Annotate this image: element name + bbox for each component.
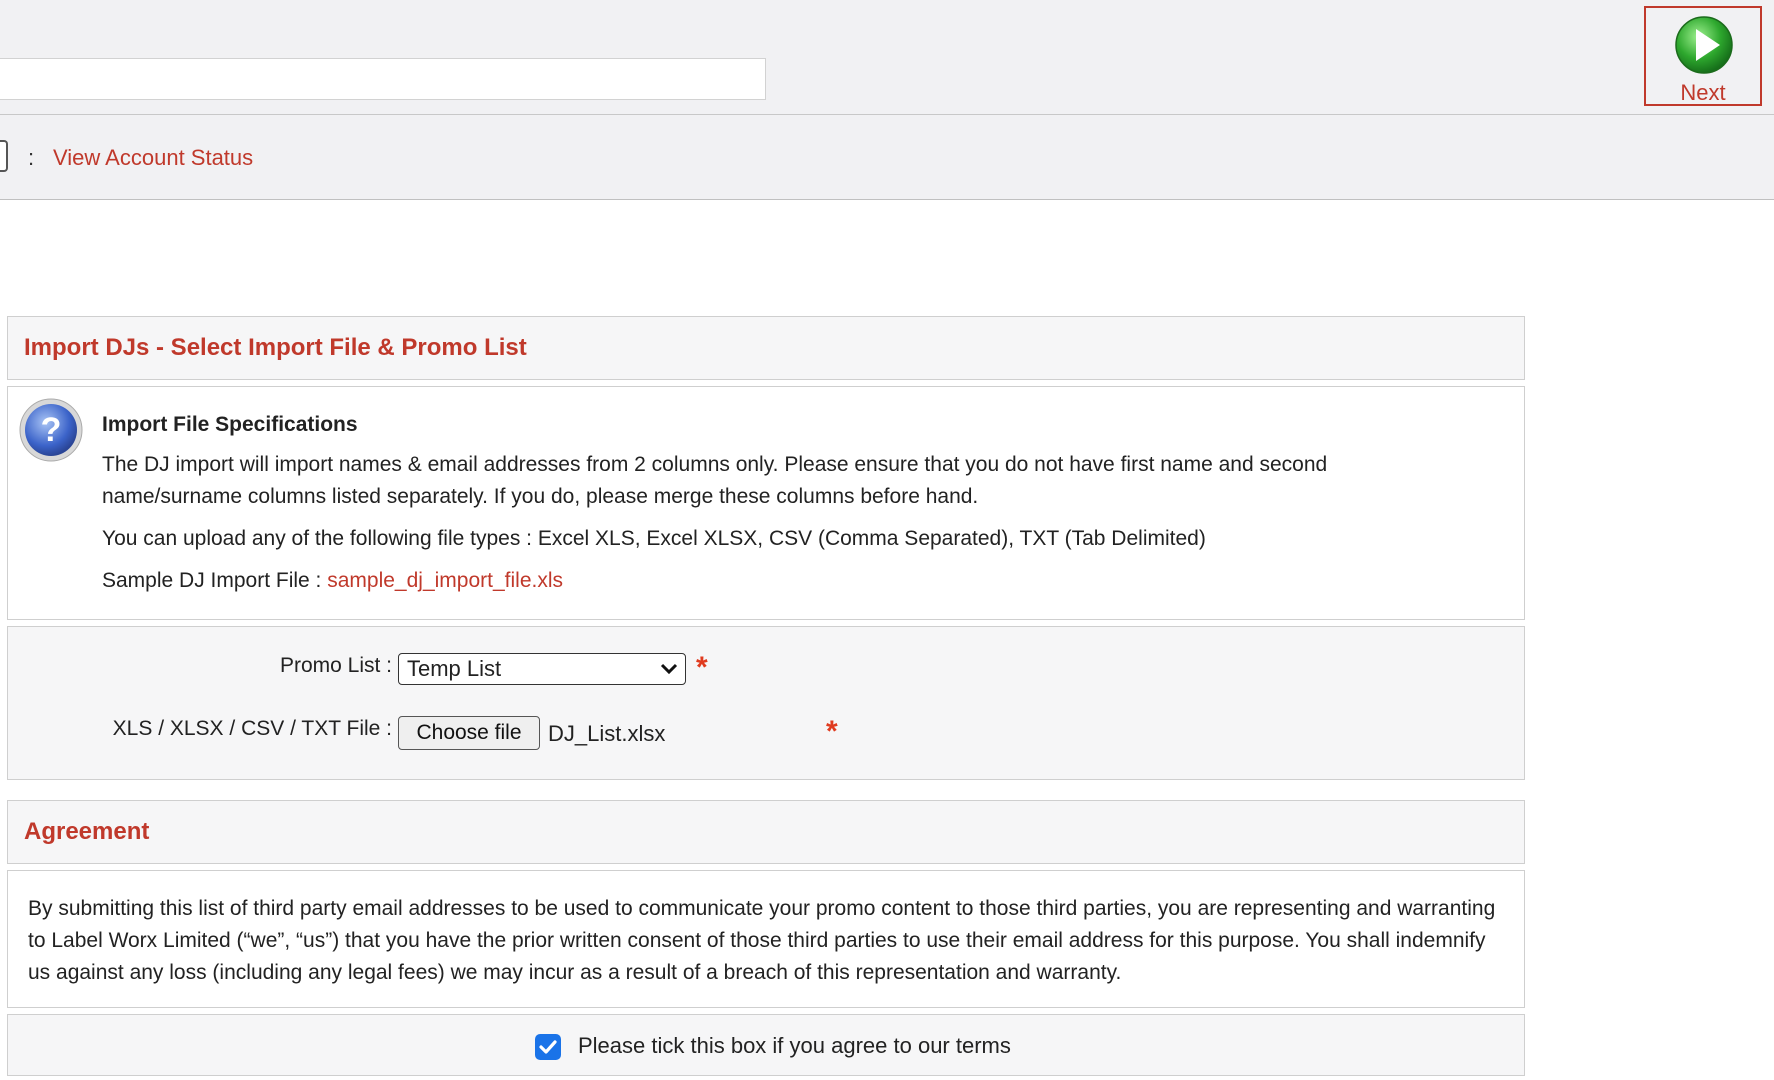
specs-paragraph-filetypes: You can upload any of the following file… [102,527,1206,550]
import-file-label: XLS / XLSX / CSV / TXT File : [112,717,392,740]
nav-select-stub[interactable] [0,140,8,172]
choose-file-button[interactable]: Choose file [398,716,540,750]
import-panel-header: Import DJs - Select Import File & Promo … [7,316,1525,380]
agreement-title: Agreement [24,818,150,845]
import-panel-title: Import DJs - Select Import File & Promo … [24,334,527,361]
agreement-text: By submitting this list of third party e… [28,897,1496,984]
specs-sample-row: Sample DJ Import File : sample_dj_import… [102,565,1422,597]
nav-separator: : [28,145,35,170]
agree-checkbox-label[interactable]: Please tick this box if you agree to our… [578,1033,1011,1059]
agree-checkbox[interactable] [535,1034,561,1060]
promo-list-value: Temp List [407,656,502,681]
specs-title: Import File Specifications [102,413,358,436]
import-specs-panel: ? Import File Specifications The DJ impo… [7,386,1525,620]
agreement-checkbox-row: Please tick this box if you agree to our… [7,1014,1525,1076]
specs-paragraph-columns: The DJ import will import names & email … [102,453,1328,508]
import-form-panel: Promo List : Temp List * XLS / XLSX / CS… [7,626,1525,780]
promo-list-select[interactable]: Temp List [398,653,686,685]
checkmark-icon [539,1040,557,1054]
sample-file-link[interactable]: sample_dj_import_file.xls [327,569,563,592]
promo-required-marker: * [696,651,708,684]
selected-file-name: DJ_List.xlsx [548,721,666,746]
top-search-field[interactable] [0,58,766,100]
help-icon: ? [19,398,83,462]
next-label: Next [1680,80,1726,105]
agreement-header: Agreement [7,800,1525,864]
chevron-down-icon [660,663,678,675]
svg-text:?: ? [41,411,62,449]
sample-file-label: Sample DJ Import File : [102,569,328,592]
file-required-marker: * [826,715,838,748]
view-account-status-link[interactable]: View Account Status [53,145,253,171]
play-icon [1675,16,1733,74]
next-button[interactable]: Next [1644,6,1762,106]
top-bar: Next [0,0,1774,115]
agreement-text-panel: By submitting this list of third party e… [7,870,1525,1008]
nav-bar: : View Account Status [0,115,1774,200]
promo-list-label: Promo List : [279,654,392,677]
